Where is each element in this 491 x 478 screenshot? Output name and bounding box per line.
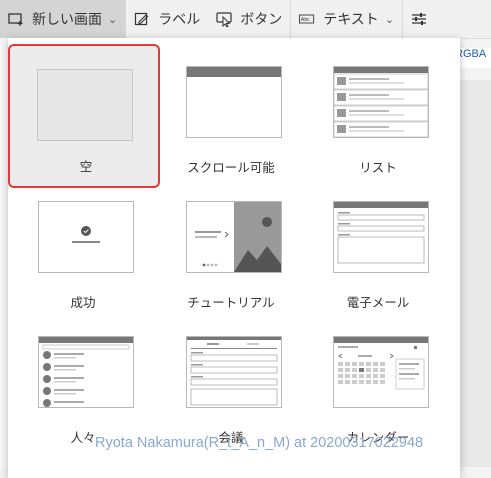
settings-sliders-button[interactable] (403, 0, 443, 38)
watermark-text: Ryota Nakamura(R_t_A_n_M) at 20200317022… (95, 435, 424, 451)
template-email[interactable]: 電子メール (305, 179, 451, 319)
new-screen-label: 新しい画面 (32, 12, 102, 28)
blank-thumbnail (37, 69, 133, 141)
button-insert-button[interactable]: ボタン (208, 0, 290, 38)
text-button-label: テキスト (323, 12, 379, 28)
template-label: スクロール可能 (187, 160, 275, 175)
new-screen-button[interactable]: 新しい画面 ⌄ (0, 0, 126, 38)
chevron-down-icon: ⌄ (384, 12, 395, 26)
template-blank[interactable]: 空 (8, 44, 160, 188)
canvas-background (460, 80, 491, 467)
template-label: チュートリアル (187, 295, 275, 310)
text-button[interactable]: Abc テキスト ⌄ (291, 0, 402, 38)
sliders-icon (411, 11, 427, 27)
template-label: 空 (79, 159, 93, 174)
template-scrollable[interactable]: スクロール可能 (158, 44, 304, 184)
toolbar: 新しい画面 ⌄ ラベル ボタン Abc テキスト ⌄ (0, 0, 491, 39)
button-insert-label: ボタン (240, 12, 283, 28)
list-thumbnail (333, 66, 429, 138)
template-list[interactable]: リスト (305, 44, 451, 184)
people-thumbnail (38, 336, 134, 408)
text-input-icon: Abc (299, 11, 315, 27)
template-label: 成功 (70, 295, 96, 310)
template-meeting[interactable]: 会議 (158, 314, 304, 454)
label-icon (134, 11, 150, 27)
email-thumbnail (333, 201, 429, 273)
left-strip (0, 38, 8, 467)
meeting-thumbnail (186, 336, 282, 408)
new-screen-dropdown: 空 スクロール可能 リスト 成功 チュートリアル 電子メール 人々 会議 カレン… (8, 38, 460, 478)
template-label: リスト (359, 160, 397, 175)
success-thumbnail (38, 201, 134, 273)
button-icon (216, 11, 232, 27)
calendar-thumbnail (333, 336, 429, 408)
chevron-down-icon: ⌄ (108, 12, 118, 26)
scrollable-thumbnail (186, 66, 282, 138)
new-screen-icon (8, 11, 24, 27)
template-tutorial[interactable]: チュートリアル (158, 179, 304, 319)
template-label: 電子メール (346, 295, 410, 310)
label-button[interactable]: ラベル (126, 0, 208, 38)
tutorial-thumbnail (186, 201, 282, 273)
template-success[interactable]: 成功 (10, 179, 156, 319)
template-people[interactable]: 人々 (10, 314, 156, 454)
text-icon-abc: Abc (301, 17, 311, 23)
label-button-label: ラベル (158, 12, 201, 28)
template-calendar[interactable]: カレンダー (305, 314, 451, 454)
